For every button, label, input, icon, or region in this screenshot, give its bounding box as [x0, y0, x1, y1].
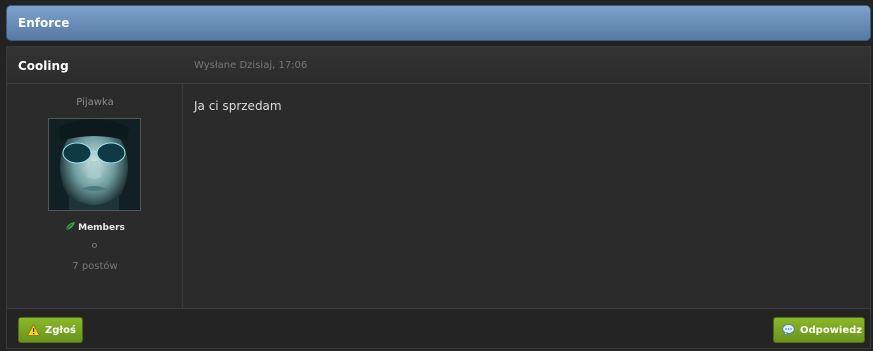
warning-icon [27, 324, 40, 336]
speech-bubble-icon [782, 324, 795, 336]
author-panel: Pijawka Members 7 postów [7, 84, 183, 308]
report-button[interactable]: Zgłoś [18, 317, 83, 343]
post-header: Cooling Wysłane Dzisiaj, 17:06 [7, 47, 870, 84]
leaf-icon [65, 221, 76, 234]
reputation-indicator [92, 243, 97, 248]
avatar[interactable] [48, 118, 141, 211]
post-count: 7 postów [72, 261, 118, 272]
user-group: Members [7, 221, 183, 234]
post-date: Wysłane Dzisiaj, 17:06 [194, 60, 308, 71]
post-body: Ja ci sprzedam [194, 99, 282, 113]
topic-title: Enforce [18, 16, 70, 30]
user-title: Pijawka [76, 97, 114, 108]
topic-header: Enforce [6, 5, 871, 41]
user-group-label: Members [78, 223, 125, 233]
reply-button[interactable]: Odpowiedz [773, 317, 865, 343]
reply-button-label: Odpowiedz [800, 324, 863, 336]
report-button-label: Zgłoś [45, 324, 76, 336]
author-name[interactable]: Cooling [18, 59, 69, 73]
post-footer: Zgłoś Odpowiedz [7, 308, 870, 348]
post: Cooling Wysłane Dzisiaj, 17:06 Pijawka M… [6, 46, 871, 349]
avatar-image [49, 119, 140, 210]
